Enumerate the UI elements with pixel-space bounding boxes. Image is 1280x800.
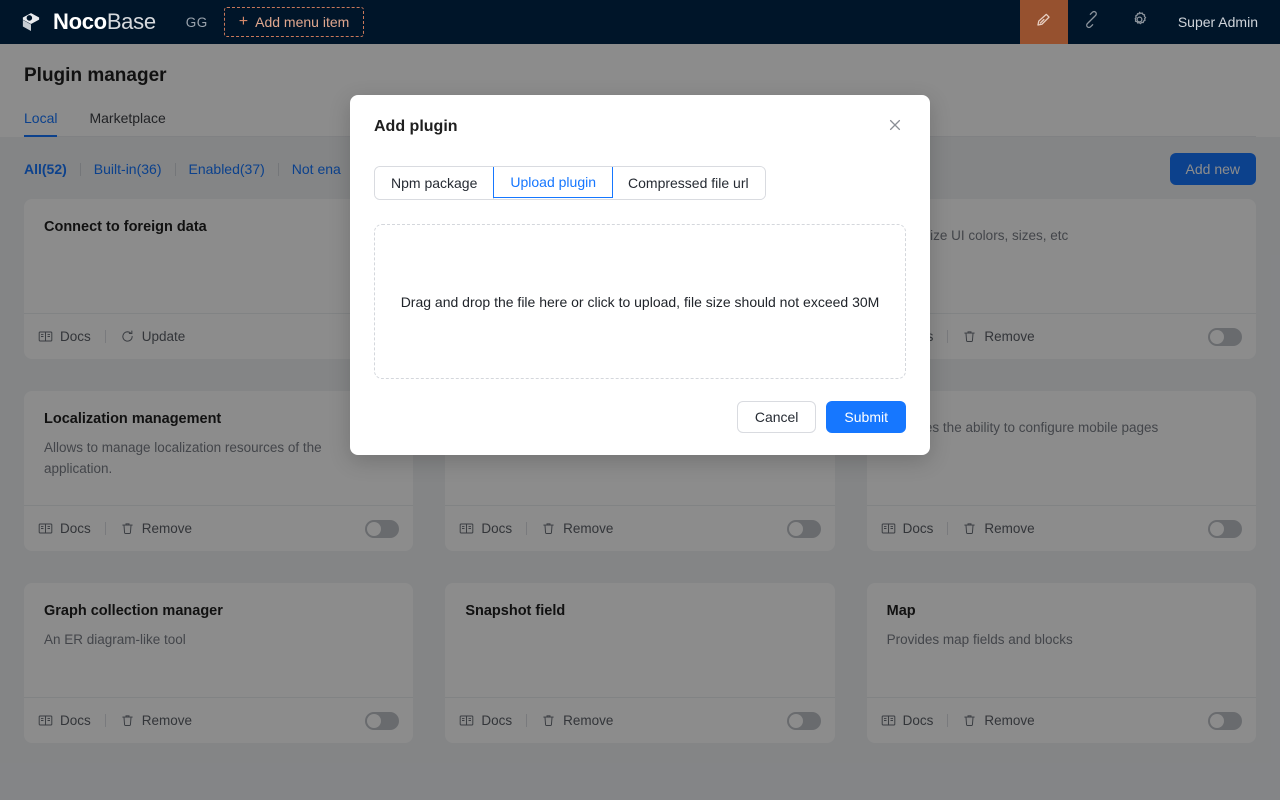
- app-logo[interactable]: NocoBase: [0, 0, 172, 44]
- settings-button[interactable]: [1116, 0, 1164, 44]
- top-navigation-bar: NocoBase GG + Add menu item Super Admin: [0, 0, 1280, 44]
- menu-item-gg[interactable]: GG: [172, 0, 222, 44]
- dropzone-hint-text: Drag and drop the file here or click to …: [400, 293, 880, 310]
- gear-icon: [1130, 10, 1149, 34]
- user-menu[interactable]: Super Admin: [1164, 0, 1280, 44]
- segment-compressed-file-url[interactable]: Compressed file url: [612, 167, 765, 199]
- nocobase-logo-icon: [18, 9, 44, 35]
- add-menu-item-button[interactable]: + Add menu item: [223, 7, 365, 37]
- add-menu-item-label: Add menu item: [255, 14, 350, 30]
- close-icon: [888, 118, 902, 137]
- segment-npm-package[interactable]: Npm package: [375, 167, 495, 199]
- segment-upload-plugin[interactable]: Upload plugin: [493, 167, 614, 198]
- highlighter-pen-icon: [1034, 10, 1053, 34]
- modal-header: Add plugin: [374, 115, 906, 139]
- plugin-manager-button[interactable]: [1068, 0, 1116, 44]
- logo-text-bold: Noco: [53, 9, 107, 34]
- source-type-segmented-control: Npm package Upload plugin Compressed fil…: [374, 166, 766, 200]
- logo-text-light: Base: [106, 9, 156, 34]
- add-plugin-modal: Add plugin Npm package Upload plugin Com…: [350, 95, 930, 455]
- logo-text: NocoBase: [53, 11, 156, 33]
- close-button[interactable]: [884, 116, 906, 138]
- modal-footer: Cancel Submit: [374, 401, 906, 433]
- cancel-button[interactable]: Cancel: [736, 401, 817, 433]
- plus-icon: +: [238, 13, 249, 30]
- submit-button[interactable]: Submit: [826, 401, 906, 433]
- ui-editor-button[interactable]: [1019, 0, 1068, 44]
- modal-title: Add plugin: [374, 118, 458, 135]
- plugin-icon: [1082, 10, 1101, 34]
- file-dropzone[interactable]: Drag and drop the file here or click to …: [374, 224, 906, 379]
